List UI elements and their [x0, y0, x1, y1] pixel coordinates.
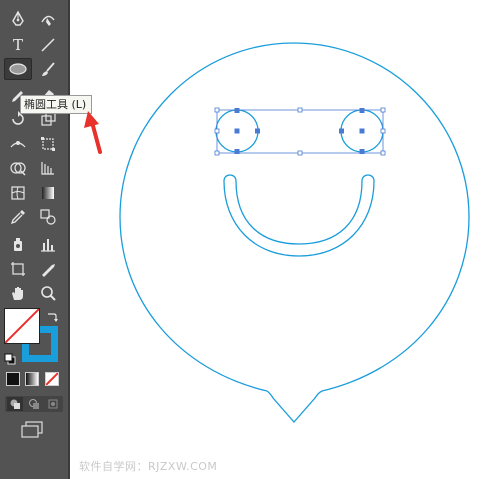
watermark-text: 软件自学网：RJZXW.COM [79, 460, 218, 473]
zoom-tool-icon[interactable] [36, 282, 60, 304]
speech-bubble-outline [119, 42, 470, 423]
artboard-canvas[interactable] [70, 0, 503, 479]
perspective-grid-tool-icon[interactable] [36, 157, 60, 179]
fill-swatch-front [4, 308, 40, 344]
gradient-tool-icon[interactable] [36, 182, 60, 204]
column-graph-tool-icon[interactable] [36, 233, 60, 255]
paintbrush-tool-icon[interactable] [36, 58, 60, 80]
eye-anchor-points [234, 108, 365, 154]
eyedropper-tool-icon[interactable] [6, 206, 30, 228]
artwork [119, 42, 470, 423]
symbol-sprayer-tool-icon[interactable] [6, 233, 30, 255]
width-tool-icon[interactable] [6, 133, 30, 155]
line-segment-tool-icon[interactable] [36, 34, 60, 56]
blend-tool-icon[interactable] [36, 206, 60, 228]
smile-outline [223, 174, 375, 257]
hand-tool-icon[interactable] [6, 282, 30, 304]
type-tool-icon[interactable]: T [6, 34, 30, 56]
default-fill-stroke-icon[interactable] [4, 350, 16, 369]
swap-fill-stroke-icon[interactable] [46, 308, 58, 327]
artboard-tool-icon[interactable] [6, 258, 30, 280]
ellipse-tool-icon[interactable] [4, 58, 32, 80]
tools-panel: T 椭圆工具 (L) [0, 0, 92, 479]
free-transform-tool-icon[interactable] [36, 133, 60, 155]
draw-normal-icon[interactable] [7, 397, 23, 411]
shape-builder-tool-icon[interactable] [6, 157, 30, 179]
mesh-tool-icon[interactable] [6, 182, 30, 204]
draw-behind-icon[interactable] [26, 397, 42, 411]
gradient-mode-icon[interactable] [25, 372, 39, 386]
curvature-tool-icon[interactable] [36, 8, 60, 30]
type-tool-glyph: T [12, 36, 23, 54]
draw-inside-icon[interactable] [45, 397, 61, 411]
screen-mode-icon[interactable] [20, 420, 44, 442]
slice-tool-icon[interactable] [36, 258, 60, 280]
pen-tool-icon[interactable] [6, 8, 30, 30]
draw-modes-group [5, 396, 63, 412]
color-mode-icon[interactable] [6, 372, 20, 386]
none-mode-icon[interactable] [45, 372, 59, 386]
